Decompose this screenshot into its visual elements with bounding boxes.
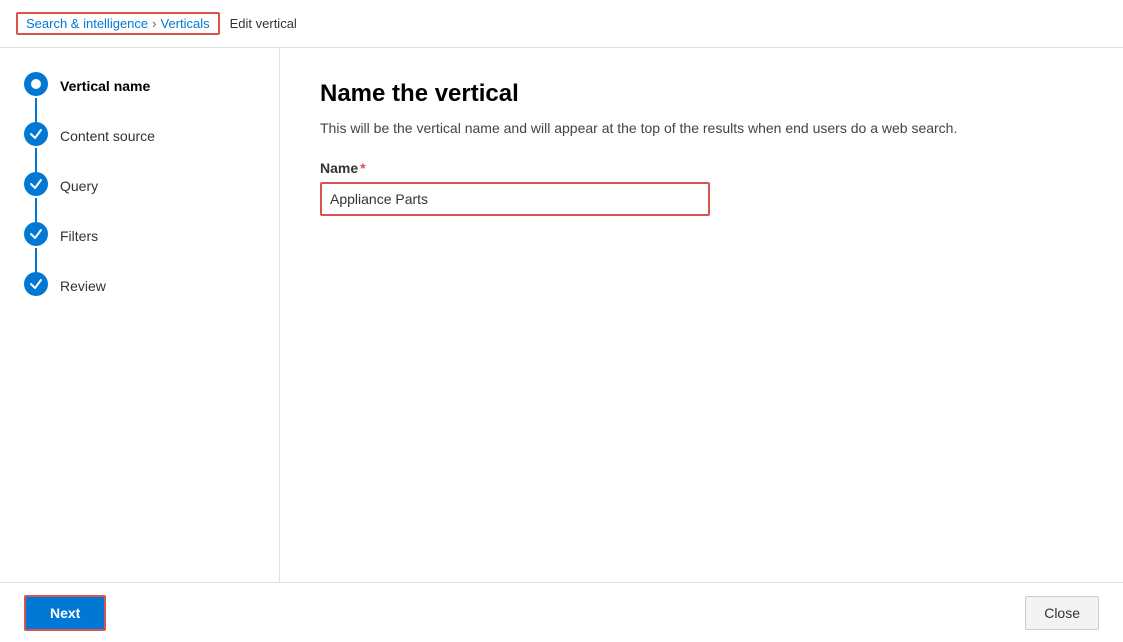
checkmark-icon <box>29 127 43 141</box>
step-icon-review <box>24 272 48 296</box>
main-layout: Vertical name Content source Query <box>0 48 1123 642</box>
step-label-vertical-name: Vertical name <box>60 72 150 98</box>
field-label: Name* <box>320 160 1083 176</box>
bottom-left: Next <box>24 595 106 631</box>
breadcrumb-bar: Search & intelligence › Verticals Edit v… <box>0 0 1123 48</box>
close-button[interactable]: Close <box>1025 596 1099 630</box>
bottom-bar: Next Close <box>0 582 1123 642</box>
breadcrumb-outline: Search & intelligence › Verticals <box>16 12 220 35</box>
breadcrumb-current-page: Edit vertical <box>230 16 297 31</box>
step-connector-2 <box>35 148 37 172</box>
step-label-review: Review <box>60 272 106 298</box>
breadcrumb-link-search[interactable]: Search & intelligence <box>26 16 148 31</box>
step-connector-3 <box>35 198 37 222</box>
sidebar-item-vertical-name[interactable]: Vertical name <box>0 72 279 98</box>
step-label-content-source: Content source <box>60 122 155 148</box>
name-input[interactable] <box>320 182 710 216</box>
sidebar-item-query[interactable]: Query <box>0 172 279 198</box>
step-icon-vertical-name <box>24 72 48 96</box>
step-icon-filters <box>24 222 48 246</box>
active-dot <box>31 79 41 89</box>
breadcrumb-sep-1: › <box>152 16 156 31</box>
field-label-text: Name <box>320 160 358 176</box>
checkmark-icon <box>29 277 43 291</box>
sidebar-item-filters[interactable]: Filters <box>0 222 279 248</box>
checkmark-icon <box>29 227 43 241</box>
next-button[interactable]: Next <box>24 595 106 631</box>
breadcrumb-link-verticals[interactable]: Verticals <box>160 16 209 31</box>
step-label-query: Query <box>60 172 98 198</box>
content-area: Name the vertical This will be the verti… <box>280 48 1123 642</box>
sidebar-item-content-source[interactable]: Content source <box>0 122 279 148</box>
sidebar: Vertical name Content source Query <box>0 48 280 642</box>
step-connector-1 <box>35 98 37 122</box>
page-description: This will be the vertical name and will … <box>320 120 1020 136</box>
step-label-filters: Filters <box>60 222 98 248</box>
page-title: Name the vertical <box>320 80 1083 108</box>
required-star: * <box>360 160 365 176</box>
step-icon-content-source <box>24 122 48 146</box>
step-connector-4 <box>35 248 37 272</box>
checkmark-icon <box>29 177 43 191</box>
step-icon-query <box>24 172 48 196</box>
sidebar-item-review[interactable]: Review <box>0 272 279 298</box>
